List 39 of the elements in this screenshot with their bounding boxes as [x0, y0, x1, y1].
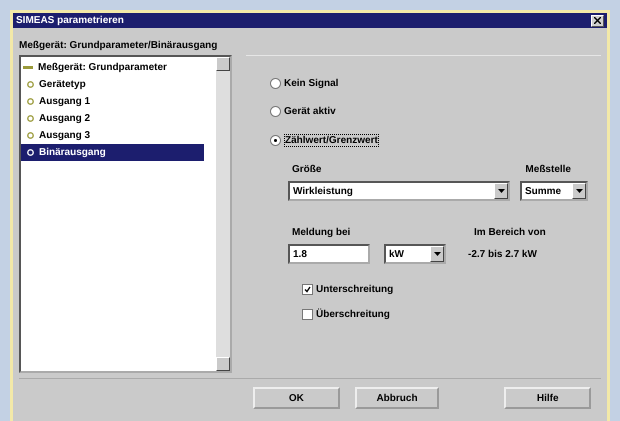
node-circle-icon [27, 132, 34, 139]
dialog-button[interactable]: OK [253, 387, 340, 409]
checkbox[interactable] [302, 309, 313, 320]
section-heading: Meßgerät: Grundparameter/Binärausgang [18, 39, 218, 53]
tree-item[interactable]: Ausgang 3 [21, 127, 216, 144]
input-field[interactable]: 1.8 [288, 244, 370, 264]
field-label: Meldung bei [292, 227, 352, 238]
dialog-button[interactable]: Hilfe [504, 387, 592, 409]
node-circle-icon [27, 115, 34, 122]
node-circle-icon [27, 98, 34, 105]
close-icon[interactable] [591, 14, 604, 26]
tree-item-label: Meßgerät: Grundparameter [38, 62, 167, 73]
node-circle-icon [27, 81, 34, 88]
field-label: Größe [292, 164, 322, 175]
tree-item[interactable]: Binärausgang [21, 144, 204, 161]
tree-item[interactable]: Ausgang 2 [21, 110, 216, 127]
field-label: Im Bereich von [474, 227, 546, 238]
radio-button[interactable] [270, 78, 281, 89]
dropdown-field[interactable]: Summe [520, 181, 588, 201]
tree-item[interactable]: Ausgang 1 [21, 93, 216, 110]
dropdown-field[interactable]: kW [384, 244, 446, 264]
checkbox[interactable] [302, 284, 313, 295]
checkbox-label: Überschreitung [316, 309, 390, 320]
radio-label: Kein Signal [284, 78, 338, 89]
field-label: Meßstelle [525, 164, 571, 175]
range-value: -2.7 bis 2.7 kW [468, 248, 537, 260]
radio-button[interactable] [270, 135, 281, 146]
node-circle-icon [27, 149, 34, 156]
tree-item[interactable]: Meßgerät: Grundparameter [21, 59, 216, 76]
scrollbar[interactable] [216, 57, 230, 371]
radio-button[interactable] [270, 106, 281, 117]
radio-label: Zählwert/Grenzwert [284, 134, 379, 147]
radio-label: Gerät aktiv [284, 106, 336, 117]
dialog-button[interactable]: Abbruch [354, 387, 440, 409]
dropdown-field[interactable]: Wirkleistung [288, 181, 510, 201]
tree-item[interactable]: Gerätetyp [21, 76, 216, 93]
tree-root-icon [23, 64, 33, 70]
window-title: SIMEAS parametrieren [16, 15, 124, 26]
checkbox-label: Unterschreitung [316, 284, 394, 295]
